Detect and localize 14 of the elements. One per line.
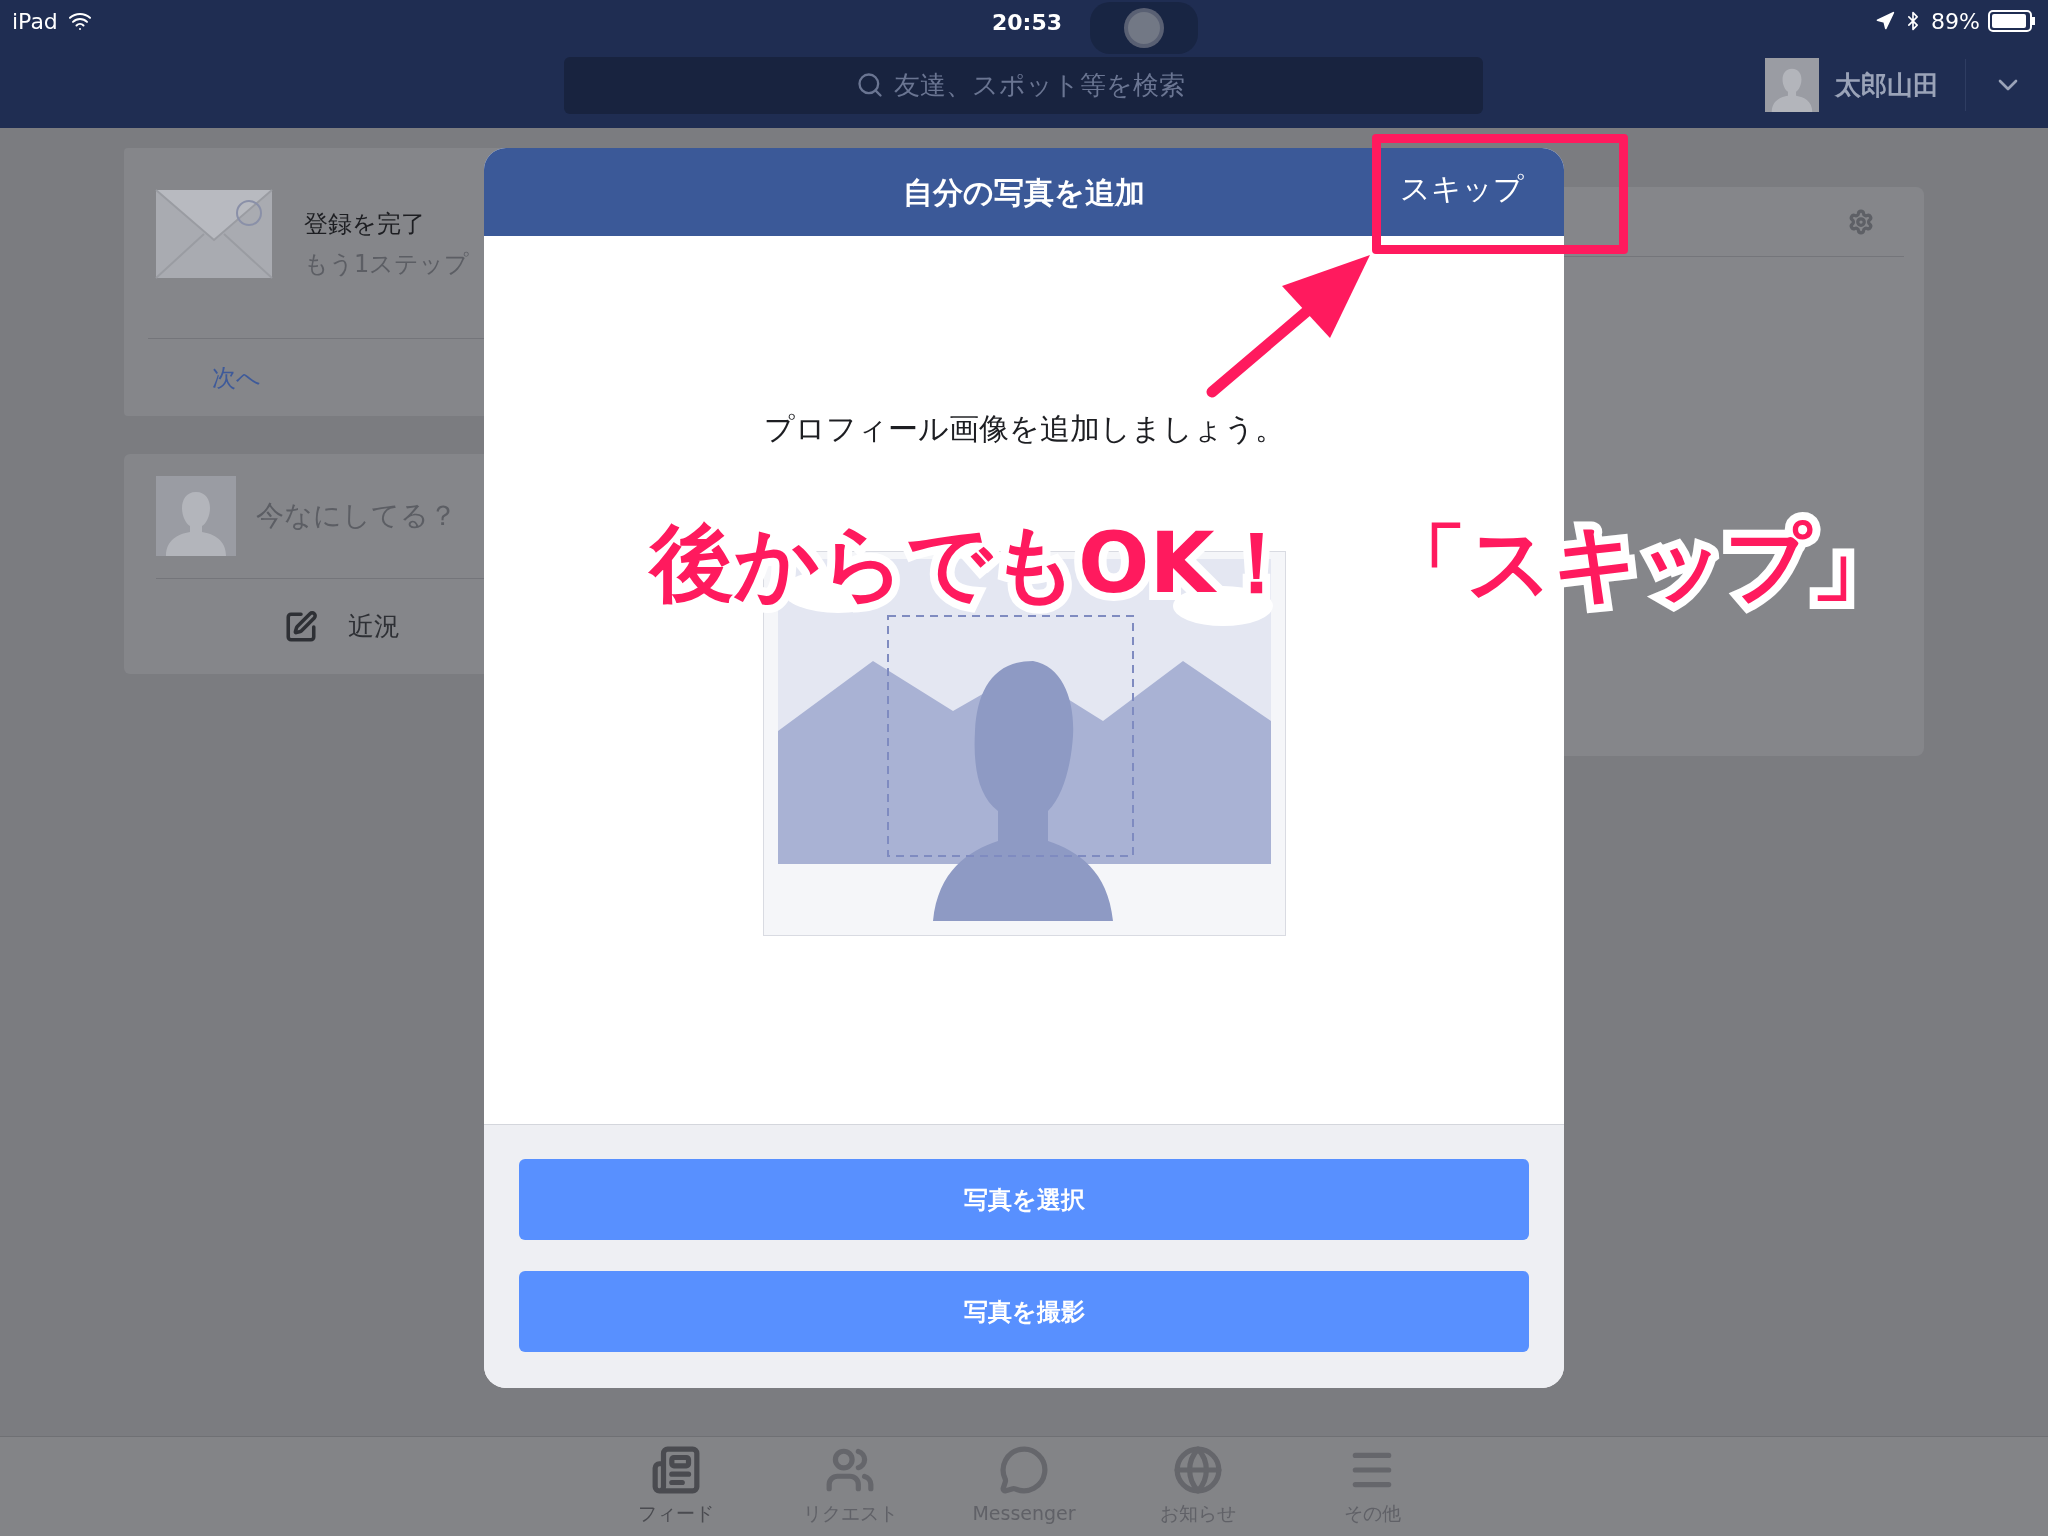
photo-action-button[interactable]: 写真を撮影 — [519, 1271, 1529, 1352]
clock: 20:53 — [992, 9, 1063, 37]
user-name[interactable]: 太郎山田 — [1835, 65, 1939, 105]
next-link[interactable]: 次へ — [212, 359, 261, 396]
search-field[interactable]: 友達、スポット等を検索 — [564, 56, 1483, 114]
card-title: 登録を完了 — [304, 209, 426, 240]
skip-button[interactable]: スキップ — [1400, 166, 1524, 211]
dialog-message: プロフィール画像を追加しましょう。 — [763, 410, 1285, 448]
photo-action-button[interactable]: 写真を選択 — [519, 1159, 1529, 1240]
battery-percent: 89% — [1931, 7, 1980, 36]
tab-bar-item[interactable]: フィード — [589, 1437, 763, 1536]
device-name: iPad — [12, 7, 58, 36]
status-update-button[interactable]: 近況 — [284, 607, 400, 646]
dialog-title: 自分の写真を追加 — [903, 173, 1145, 212]
